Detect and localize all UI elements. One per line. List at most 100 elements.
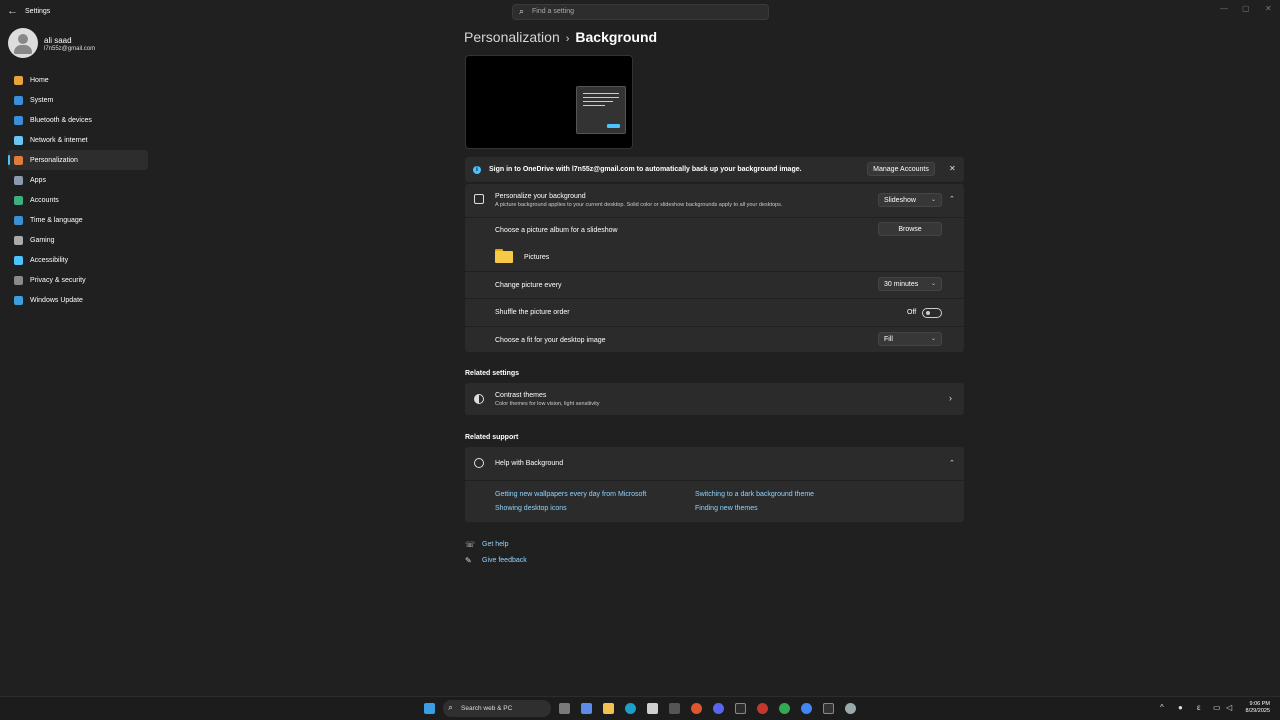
help-link-desktop-icons[interactable]: Showing desktop icons <box>495 505 567 512</box>
help-title[interactable]: Help with Background <box>495 460 563 467</box>
help-link-new-themes[interactable]: Finding new themes <box>695 505 758 512</box>
taskbar-search[interactable]: ⌕ Search web & PC <box>443 700 551 717</box>
sidebar-item-windows-update[interactable]: Windows Update <box>8 290 148 310</box>
folder-name[interactable]: Pictures <box>524 254 549 261</box>
album-label: Choose a picture album for a slideshow <box>495 227 618 234</box>
change-interval-select[interactable]: 30 minutes ⌄ <box>878 277 942 291</box>
sidebar-item-label: System <box>30 97 54 104</box>
app-icon[interactable] <box>669 703 680 714</box>
chevron-right-icon: › <box>949 393 952 403</box>
close-window-icon[interactable]: ✕ <box>1265 4 1272 13</box>
taskbar-search-label: Search web & PC <box>461 705 513 712</box>
update-icon <box>14 296 23 305</box>
chrome-icon[interactable] <box>779 703 790 714</box>
give-feedback-link[interactable]: Give feedback <box>482 557 527 564</box>
volume-icon[interactable]: ◁ <box>1226 703 1232 712</box>
sidebar-item-label: Accounts <box>30 197 59 204</box>
preview-window <box>576 86 626 134</box>
sidebar-item-home[interactable]: Home <box>8 70 148 90</box>
apps-icon <box>14 176 23 185</box>
home-icon <box>14 76 23 85</box>
background-type-select[interactable]: Slideshow ⌄ <box>878 193 942 207</box>
shuffle-label: Shuffle the picture order <box>495 309 570 316</box>
sidebar-item-time-language[interactable]: Time & language <box>8 210 148 230</box>
background-type-value: Slideshow <box>884 197 916 204</box>
help-link-wallpapers[interactable]: Getting new wallpapers every day from Mi… <box>495 491 646 498</box>
browse-button[interactable]: Browse <box>878 222 942 236</box>
onedrive-message: Sign in to OneDrive with l7n55z@gmail.co… <box>489 166 802 173</box>
discord-icon[interactable] <box>713 703 724 714</box>
sidebar-item-accounts[interactable]: Accounts <box>8 190 148 210</box>
sidebar-item-gaming[interactable]: Gaming <box>8 230 148 250</box>
breadcrumb: Personalization › Background <box>464 29 657 45</box>
sidebar-item-network[interactable]: Network & internet <box>8 130 148 150</box>
start-icon[interactable] <box>424 703 435 714</box>
personalize-card: Personalize your background A picture ba… <box>465 184 964 352</box>
info-icon: i <box>473 166 481 174</box>
fit-label: Choose a fit for your desktop image <box>495 337 606 344</box>
page-title: Background <box>575 29 658 45</box>
help-card: Help with Background ⌃ Getting new wallp… <box>465 447 964 522</box>
close-icon[interactable]: ✕ <box>949 164 956 173</box>
wifi-icon <box>14 136 23 145</box>
contrast-themes-row[interactable]: Contrast themes Color themes for low vis… <box>465 383 964 415</box>
chevron-up-icon[interactable]: ⌃ <box>949 459 955 467</box>
store-icon[interactable] <box>647 703 658 714</box>
back-arrow-icon[interactable]: ← <box>7 5 18 17</box>
sidebar-item-apps[interactable]: Apps <box>8 170 148 190</box>
breadcrumb-parent[interactable]: Personalization <box>464 29 560 45</box>
taskbar: ⌕ Search web & PC ^ ● ε ▭ ◁ 9:06 PM 8/29… <box>0 696 1280 720</box>
accessibility-icon <box>14 256 23 265</box>
change-interval-value: 30 minutes <box>884 281 919 288</box>
app-icon[interactable] <box>823 703 834 714</box>
settings-gear-icon[interactable] <box>845 703 856 714</box>
clock[interactable]: 9:06 PM 8/29/2025 <box>1246 701 1270 715</box>
sidebar-item-label: Accessibility <box>30 257 69 264</box>
gaming-icon <box>14 236 23 245</box>
search-icon: ⌕ <box>448 702 454 712</box>
contrast-icon <box>474 394 484 404</box>
shuffle-toggle[interactable] <box>922 308 942 318</box>
language-icon[interactable]: ε <box>1197 703 1201 712</box>
search-input[interactable]: Find a setting <box>532 8 574 15</box>
fit-select[interactable]: Fill ⌄ <box>878 332 942 346</box>
microphone-icon[interactable]: ● <box>1178 703 1183 712</box>
user-name: ali saad <box>44 36 72 45</box>
chrome-icon[interactable] <box>801 703 812 714</box>
personalize-description: A picture background applies to your cur… <box>495 202 783 208</box>
help-icon: ☏ <box>465 540 476 549</box>
sidebar-item-accessibility[interactable]: Accessibility <box>8 250 148 270</box>
contrast-title: Contrast themes <box>495 392 547 399</box>
sidebar-nav: Home System Bluetooth & devices Network … <box>8 70 148 310</box>
app-icon[interactable] <box>757 703 768 714</box>
time-language-icon <box>14 216 23 225</box>
chevron-up-icon[interactable]: ^ <box>1160 703 1164 712</box>
sidebar-item-bluetooth[interactable]: Bluetooth & devices <box>8 110 148 130</box>
network-icon[interactable]: ▭ <box>1213 703 1221 712</box>
help-link-dark-theme[interactable]: Switching to a dark background theme <box>695 491 814 498</box>
title-bar: ← Settings ⌕ Find a setting — ▢ ✕ <box>0 0 1280 24</box>
sidebar-item-label: Gaming <box>30 237 55 244</box>
task-view-icon[interactable] <box>559 703 570 714</box>
sidebar-item-privacy[interactable]: Privacy & security <box>8 270 148 290</box>
brush-icon <box>14 156 23 165</box>
chevron-up-icon[interactable]: ⌃ <box>949 195 955 203</box>
sidebar-item-label: Bluetooth & devices <box>30 117 92 124</box>
sidebar-item-system[interactable]: System <box>8 90 148 110</box>
minimize-icon[interactable]: — <box>1220 4 1228 13</box>
file-explorer-icon[interactable] <box>603 703 614 714</box>
sidebar-item-label: Time & language <box>30 217 83 224</box>
sidebar-item-personalization[interactable]: Personalization <box>8 150 148 170</box>
clock-time: 9:06 PM <box>1249 701 1270 707</box>
bluetooth-icon <box>14 116 23 125</box>
maximize-icon[interactable]: ▢ <box>1242 4 1250 13</box>
browser-icon[interactable] <box>691 703 702 714</box>
sidebar-item-label: Apps <box>30 177 46 184</box>
get-help-link[interactable]: Get help <box>482 541 508 548</box>
copilot-icon[interactable] <box>581 703 592 714</box>
edge-icon[interactable] <box>625 703 636 714</box>
search-box[interactable]: ⌕ Find a setting <box>512 4 769 20</box>
manage-accounts-button[interactable]: Manage Accounts <box>867 162 935 176</box>
chevron-down-icon: ⌄ <box>930 281 936 287</box>
terminal-icon[interactable] <box>735 703 746 714</box>
